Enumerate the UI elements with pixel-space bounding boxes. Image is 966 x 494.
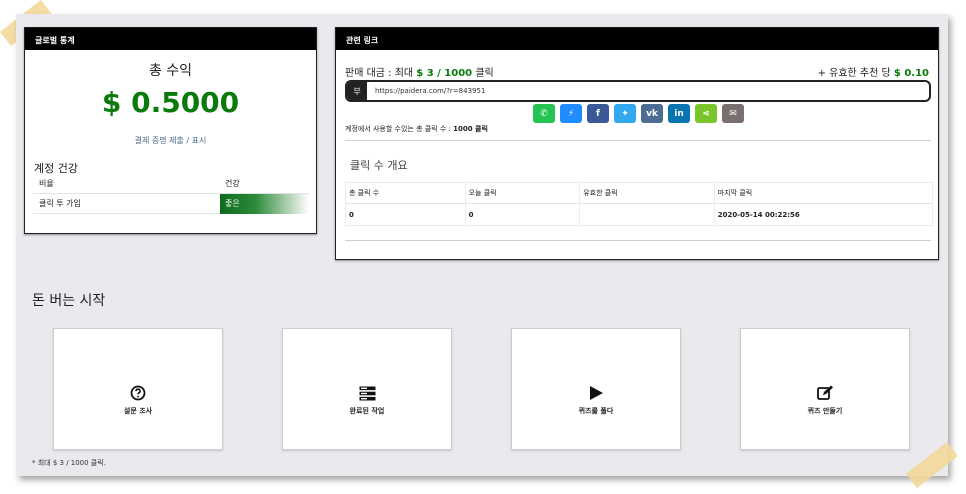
clicks-table: 총 클릭 수 오늘 클릭 유효한 클릭 마지막 클릭 0 0 2020-05-1…	[345, 182, 933, 226]
linkedin-icon: in	[674, 108, 684, 119]
table-header-row: 총 클릭 수 오늘 클릭 유효한 클릭 마지막 클릭	[346, 182, 932, 204]
vk-icon: vk	[646, 108, 658, 119]
total-earnings-label: 총 수익	[148, 63, 193, 79]
share-buttons-row: ✆ ⚡ f ✦ vk in ⋖ ✉	[533, 104, 744, 123]
messenger-share-button[interactable]: ⚡	[560, 104, 582, 123]
sale-prefix: 판매 대금 : 최대	[345, 68, 417, 79]
health-status-badge: 좋은	[220, 193, 309, 214]
panel-header: 관련 링크	[336, 28, 938, 50]
global-stats-panel: 글로벌 통계 총 수익 $ 0.5000 결제 증명 제출 / 표시 계정 건강…	[24, 27, 317, 234]
available-clicks-text: 계정에서 사용할 수있는 총 클릭 수 : 1000 클릭	[345, 124, 488, 134]
table-cell: 0	[346, 204, 466, 225]
sale-rate-text: 판매 대금 : 최대 $ 3 / 1000 클릭	[345, 64, 494, 79]
column-header: 비율	[39, 179, 54, 188]
sale-suffix: 클릭	[472, 68, 494, 79]
panel-header: 글로벌 통계	[25, 28, 316, 50]
play-icon	[587, 384, 605, 402]
referral-url-field[interactable]: 부 https://paidera.com/?r=843951	[345, 80, 931, 102]
per-value: $ 0.10	[893, 68, 929, 79]
whatsapp-share-button[interactable]: ✆	[533, 104, 555, 123]
sale-value: $ 3 / 1000	[416, 68, 473, 79]
email-share-button[interactable]: ✉	[722, 104, 744, 123]
email-icon: ✉	[729, 108, 737, 119]
card-label: 퀴즈 만들기	[807, 407, 843, 415]
referral-url-text[interactable]: https://paidera.com/?r=843951	[367, 87, 485, 95]
ratio-cell: 클릭 투 가입	[39, 199, 81, 208]
divider	[345, 140, 931, 141]
table-row: 클릭 투 가입 좋은	[33, 193, 309, 214]
facebook-share-button[interactable]: f	[587, 104, 609, 123]
vk-share-button[interactable]: vk	[641, 104, 663, 123]
footnote-text: * 최대 $ 3 / 1000 클릭.	[32, 459, 106, 467]
share-icon: ⋖	[702, 108, 710, 119]
available-clicks-prefix: 계정에서 사용할 수있는 총 클릭 수 :	[345, 125, 454, 133]
column-header: 총 클릭 수	[346, 182, 466, 204]
total-earnings-value: $ 0.5000	[101, 86, 240, 119]
table-header-row: 비율 건강	[33, 174, 309, 194]
card-label: 설문 조사	[123, 407, 153, 415]
column-header: 오늘 클릭	[466, 182, 581, 204]
referral-links-panel: 관련 링크 판매 대금 : 최대 $ 3 / 1000 클릭 + 유효한 추천 …	[335, 27, 939, 260]
card-label: 퀴즈를 풀다	[578, 407, 614, 415]
table-row: 0 0 2020-05-14 00:22:56	[346, 204, 932, 225]
whatsapp-icon: ✆	[540, 108, 548, 119]
clicks-overview-title: 클릭 수 개요	[350, 159, 408, 172]
create-quiz-card[interactable]: 퀴즈 만들기	[740, 328, 910, 450]
facebook-icon: f	[596, 108, 600, 119]
card-label: 완료된 작업	[349, 407, 385, 415]
payment-proof-link[interactable]: 결제 증명 제출 / 표시	[25, 135, 316, 146]
completed-tasks-card[interactable]: 완료된 작업	[282, 328, 452, 450]
column-header: 건강	[225, 179, 240, 188]
column-header: 유효한 클릭	[580, 182, 715, 204]
question-circle-icon	[129, 384, 147, 402]
twitter-share-button[interactable]: ✦	[614, 104, 636, 123]
messenger-icon: ⚡	[567, 108, 575, 119]
table-cell: 0	[466, 204, 581, 225]
start-earning-title: 돈 버는 시작	[32, 293, 106, 309]
twitter-icon: ✦	[621, 108, 629, 119]
table-cell	[580, 204, 715, 225]
referral-bonus-text: + 유효한 추천 당 $ 0.10	[818, 64, 929, 79]
divider	[345, 240, 931, 241]
health-table: 비율 건강 클릭 투 가입 좋은	[33, 174, 309, 214]
edit-icon	[816, 384, 834, 402]
survey-card[interactable]: 설문 조사	[53, 328, 223, 450]
column-header: 마지막 클릭	[717, 189, 753, 197]
available-clicks-value: 1000 클릭	[453, 125, 488, 133]
linkedin-share-button[interactable]: in	[668, 104, 690, 123]
per-prefix: + 유효한 추천 당	[817, 68, 894, 79]
url-prefix-label: 부	[347, 82, 367, 100]
take-quiz-card[interactable]: 퀴즈를 풀다	[511, 328, 681, 450]
table-cell: 2020-05-14 00:22:56	[717, 210, 800, 219]
share-share-button[interactable]: ⋖	[695, 104, 717, 123]
server-list-icon	[358, 384, 376, 402]
